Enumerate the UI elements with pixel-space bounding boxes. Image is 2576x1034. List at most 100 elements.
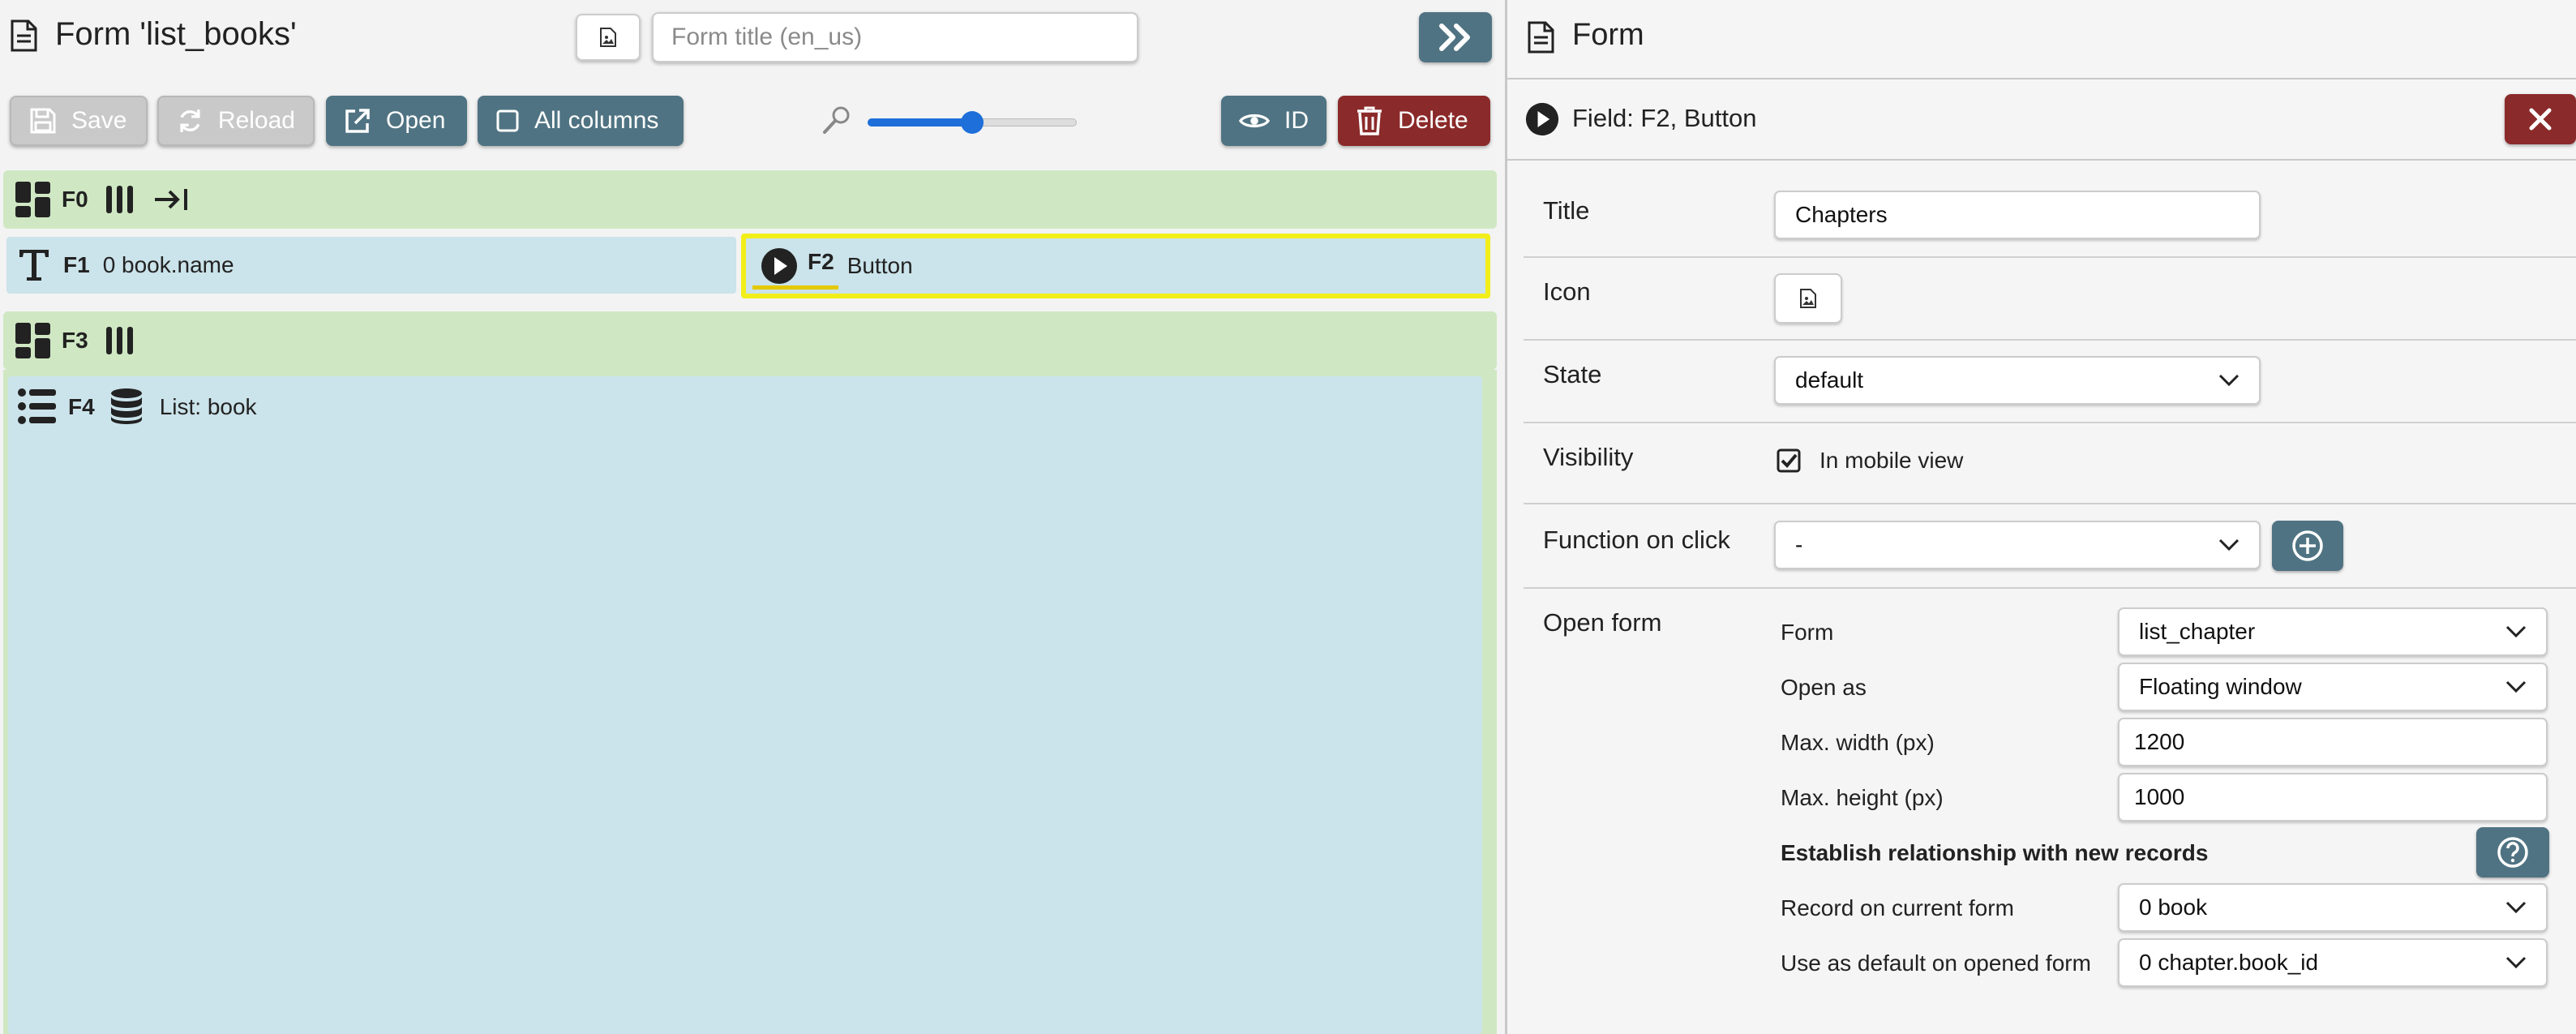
- field-f2[interactable]: F2 Button: [741, 234, 1490, 298]
- container-f3[interactable]: F3: [3, 311, 1497, 370]
- field-f2-id: F2: [808, 249, 834, 274]
- relationship-heading: Establish relationship with new records: [1781, 840, 2209, 865]
- field-f4-label: List: book: [159, 394, 257, 419]
- layout-grid-icon: [15, 182, 50, 217]
- form-builder-panel: Form 'list_books' Save: [0, 0, 1505, 1034]
- open-form-form-label: Form: [1781, 620, 1834, 645]
- help-button[interactable]: [2476, 827, 2549, 877]
- max-width-label: Max. width (px): [1781, 730, 1935, 755]
- open-form-form-select[interactable]: list_chapter: [2118, 607, 2548, 656]
- add-function-button[interactable]: [2272, 521, 2343, 571]
- container-f3-id: F3: [62, 328, 88, 353]
- chevron-down-icon: [2218, 538, 2240, 551]
- play-circle-icon: [761, 248, 797, 284]
- list-icon: [18, 388, 56, 424]
- document-icon: [1528, 21, 1554, 54]
- columns-icon: [105, 327, 133, 354]
- max-width-value: 1200: [2134, 729, 2185, 754]
- icon-label: Icon: [1543, 277, 1591, 306]
- help-circle-icon: [2497, 837, 2528, 868]
- open-label: Open: [386, 107, 446, 134]
- double-chevron-right-icon: [1439, 24, 1470, 51]
- eye-icon: [1239, 114, 1270, 128]
- open-as-value: Floating window: [2139, 674, 2302, 699]
- field-f1-id: F1: [63, 252, 90, 277]
- expand-panel-button[interactable]: [1419, 12, 1492, 62]
- record-on-current-form-select[interactable]: 0 book: [2118, 883, 2548, 932]
- max-width-input[interactable]: 1200: [2118, 718, 2548, 766]
- save-label: Save: [71, 107, 127, 134]
- play-circle-icon: [1525, 102, 1559, 136]
- divider: [1524, 256, 2576, 258]
- panel-title: Form: [1572, 18, 1644, 52]
- mobile-visibility-checkbox[interactable]: In mobile view: [1776, 448, 1963, 474]
- icon-picker-button[interactable]: [1774, 273, 1842, 324]
- page-title: Form 'list_books': [55, 16, 297, 52]
- chevron-down-icon: [2505, 625, 2527, 638]
- zoom-slider-fill: [868, 118, 972, 127]
- reload-label: Reload: [217, 107, 295, 134]
- chevron-down-icon: [2505, 901, 2527, 914]
- mobile-visibility-label: In mobile view: [1819, 448, 1964, 473]
- default-value: 0 chapter.book_id: [2139, 950, 2319, 975]
- reload-icon: [180, 109, 200, 132]
- zoom-icon: [823, 106, 850, 134]
- divider: [1524, 422, 2576, 423]
- title-input[interactable]: Chapters: [1774, 191, 2261, 239]
- delete-label: Delete: [1398, 107, 1468, 134]
- chevron-down-icon: [2505, 680, 2527, 693]
- checkbox-checked-icon: [1777, 448, 1801, 473]
- form-title-input[interactable]: [652, 12, 1138, 62]
- function-on-click-label: Function on click: [1543, 526, 1730, 554]
- visibility-label: Visibility: [1543, 443, 1634, 471]
- state-select[interactable]: default: [1774, 356, 2261, 405]
- record-value: 0 book: [2139, 895, 2208, 920]
- container-f0[interactable]: F0: [3, 170, 1497, 229]
- save-button[interactable]: Save: [10, 96, 148, 146]
- container-f0-id: F0: [62, 187, 88, 212]
- open-as-select[interactable]: Floating window: [2118, 663, 2548, 711]
- max-height-label: Max. height (px): [1781, 785, 1944, 810]
- reload-button[interactable]: Reload: [157, 96, 315, 146]
- columns-icon: [105, 186, 133, 213]
- title-input-value: Chapters: [1795, 202, 1888, 227]
- chevron-down-icon: [2218, 374, 2240, 387]
- field-f4-id: F4: [68, 394, 95, 419]
- id-label: ID: [1284, 107, 1309, 134]
- delete-button[interactable]: Delete: [1338, 96, 1490, 146]
- open-as-label: Open as: [1781, 675, 1867, 700]
- save-icon: [30, 108, 56, 134]
- all-columns-label: All columns: [534, 107, 659, 134]
- open-form-form-value: list_chapter: [2139, 619, 2256, 644]
- divider: [1524, 339, 2576, 341]
- default-on-opened-form-select[interactable]: 0 chapter.book_id: [2118, 938, 2548, 987]
- default-on-opened-form-label: Use as default on opened form: [1781, 950, 2091, 976]
- open-form-label: Open form: [1543, 608, 1662, 637]
- record-on-current-form-label: Record on current form: [1781, 895, 2014, 920]
- all-columns-button[interactable]: All columns: [478, 96, 684, 146]
- function-select-value: -: [1795, 532, 1803, 557]
- max-height-input[interactable]: 1000: [2118, 773, 2548, 822]
- checkbox-empty-icon: [496, 109, 519, 132]
- field-f1-label: 0 book.name: [102, 252, 234, 277]
- open-button[interactable]: Open: [326, 96, 467, 146]
- close-icon: [2529, 108, 2552, 131]
- form-icon-button[interactable]: [576, 14, 641, 61]
- divider: [1507, 78, 2576, 79]
- state-select-value: default: [1795, 367, 1864, 393]
- divider: [1507, 159, 2576, 161]
- divider: [1524, 587, 2576, 589]
- id-toggle-button[interactable]: ID: [1221, 96, 1327, 146]
- field-f4[interactable]: F4 List: book: [8, 376, 1482, 1034]
- divider: [1524, 503, 2576, 504]
- zoom-slider-handle[interactable]: [961, 111, 984, 134]
- state-label: State: [1543, 360, 1602, 388]
- text-icon: [19, 250, 49, 281]
- form-title-row: Form 'list_books': [0, 0, 1505, 75]
- field-f1[interactable]: F1 0 book.name: [6, 237, 736, 294]
- arrow-to-right-icon: [154, 189, 187, 210]
- close-field-button[interactable]: [2505, 94, 2576, 144]
- function-on-click-select[interactable]: -: [1774, 521, 2261, 569]
- trash-icon: [1357, 106, 1382, 135]
- title-label: Title: [1543, 196, 1590, 225]
